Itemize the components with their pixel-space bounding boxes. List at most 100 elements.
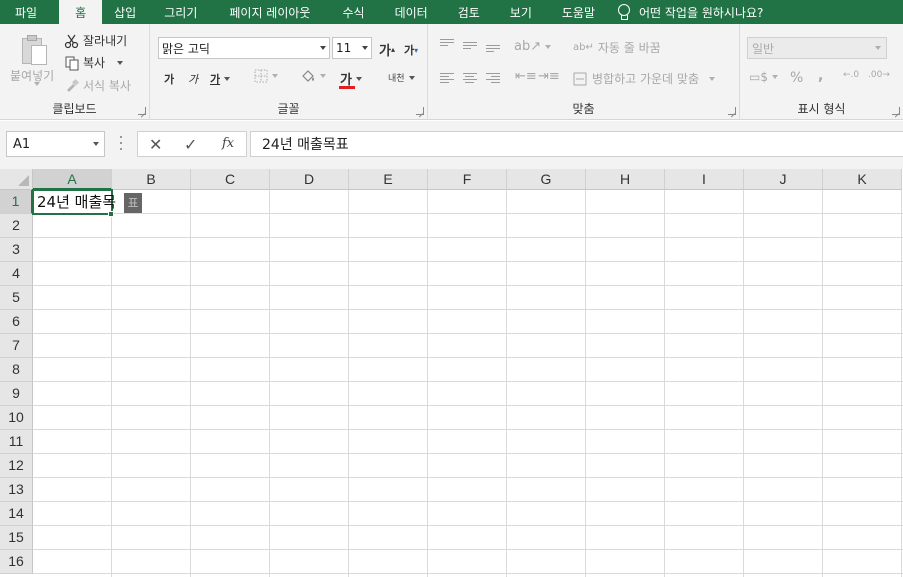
font-size-select[interactable]: 11 (332, 37, 372, 59)
row-header-12[interactable]: 12 (0, 454, 33, 478)
fill-handle[interactable] (108, 211, 114, 217)
decrease-indent-button[interactable]: ⇤≡ (515, 69, 537, 84)
row-header-2[interactable]: 2 (0, 214, 33, 238)
increase-decimal-button[interactable]: ←.0 (843, 70, 859, 80)
font-launcher-icon[interactable] (416, 107, 424, 115)
cell-area[interactable] (33, 190, 903, 577)
tell-me-search[interactable]: 어떤 작업을 원하시나요? (605, 0, 763, 24)
wrap-text-button[interactable]: ab↵ 자동 줄 바꿈 (573, 39, 661, 56)
copy-icon (65, 56, 79, 70)
row-header-6[interactable]: 6 (0, 310, 33, 334)
column-header-i[interactable]: I (665, 169, 744, 190)
row-header-9[interactable]: 9 (0, 382, 33, 406)
group-number: 일반 ▭$ % , ←.0 .00→ 표시 형식 (740, 24, 903, 120)
tab-formulas[interactable]: 수식 (332, 0, 384, 24)
tab-draw[interactable]: 그리기 (154, 0, 219, 24)
column-header-d[interactable]: D (270, 169, 349, 190)
row-header-15[interactable]: 15 (0, 526, 33, 550)
column-header-f[interactable]: F (428, 169, 507, 190)
copy-button[interactable]: 복사 (64, 54, 124, 71)
chevron-down-icon (320, 46, 326, 50)
border-icon (254, 69, 268, 83)
row-header-3[interactable]: 3 (0, 238, 33, 262)
comma-button[interactable]: , (818, 68, 823, 84)
column-header-a[interactable]: A (33, 169, 112, 190)
column-header-g[interactable]: G (507, 169, 586, 190)
wrap-text-icon: ab↵ (573, 42, 594, 53)
paste-dropdown[interactable] (30, 82, 40, 86)
underline-button[interactable]: 가 (210, 71, 231, 87)
tab-data[interactable]: 데이터 (385, 0, 448, 24)
decrease-font-button[interactable]: 가 ▾ (404, 42, 418, 58)
bold-button[interactable]: 가 (164, 71, 174, 87)
row-header-8[interactable]: 8 (0, 358, 33, 382)
formula-bar-grip[interactable] (120, 136, 123, 152)
tab-help[interactable]: 도움말 (552, 0, 605, 24)
scissors-icon (64, 34, 79, 48)
check-icon[interactable]: ✓ (184, 135, 197, 154)
font-name-value: 맑은 고딕 (162, 41, 210, 56)
phonetic-button[interactable]: 내천 (388, 71, 415, 84)
border-button[interactable] (254, 69, 278, 83)
copy-dropdown-icon[interactable] (117, 60, 124, 65)
column-header-j[interactable]: J (744, 169, 823, 190)
cut-button[interactable]: 잘라내기 (64, 32, 127, 49)
cancel-icon[interactable]: ✕ (149, 135, 162, 154)
column-headers: A B C D E F G H I J K (33, 169, 902, 190)
fill-color-button[interactable] (300, 68, 326, 84)
font-name-select[interactable]: 맑은 고딕 (158, 37, 330, 59)
row-header-16[interactable]: 16 (0, 550, 33, 574)
row-header-11[interactable]: 11 (0, 430, 33, 454)
row-header-14[interactable]: 14 (0, 502, 33, 526)
tab-insert[interactable]: 삽입 (104, 0, 154, 24)
paste-icon[interactable] (19, 34, 49, 66)
tab-view[interactable]: 보기 (500, 0, 552, 24)
formula-input[interactable]: 24년 매출목표 (250, 131, 903, 157)
row-header-4[interactable]: 4 (0, 262, 33, 286)
align-center-icon[interactable] (463, 73, 477, 85)
percent-button[interactable]: % (790, 70, 803, 86)
align-middle-icon[interactable] (463, 42, 477, 54)
increase-font-button[interactable]: 가 ▴ (379, 40, 395, 59)
orientation-button[interactable]: ab↗ (514, 39, 552, 54)
increase-font-icon: 가 (379, 44, 391, 59)
increase-indent-button[interactable]: ⇥≡ (538, 69, 560, 84)
insert-function-icon[interactable]: fx (222, 136, 234, 151)
number-format-select[interactable]: 일반 (747, 37, 887, 59)
tab-file[interactable]: 파일 (0, 0, 57, 24)
row-header-7[interactable]: 7 (0, 334, 33, 358)
align-bottom-icon[interactable] (486, 45, 500, 57)
ribbon-home: 붙여넣기 잘라내기 복사 서식 복사 클립보드 맑은 고딕 11 가 ▴ 가 ▾… (0, 24, 903, 120)
font-color-swatch (339, 86, 355, 89)
tell-me-text: 어떤 작업을 원하시나요? (639, 5, 764, 20)
clipboard-launcher-icon[interactable] (138, 107, 146, 115)
tab-review[interactable]: 검토 (448, 0, 500, 24)
row-header-5[interactable]: 5 (0, 286, 33, 310)
accounting-format-button[interactable]: ▭$ (749, 70, 778, 84)
select-all-button[interactable] (0, 169, 33, 190)
name-box[interactable]: A1 (6, 131, 105, 157)
row-header-1[interactable]: 1 (0, 190, 33, 214)
cut-label: 잘라내기 (83, 34, 128, 48)
column-header-k[interactable]: K (823, 169, 902, 190)
row-header-13[interactable]: 13 (0, 478, 33, 502)
row-header-10[interactable]: 10 (0, 406, 33, 430)
decrease-decimal-button[interactable]: .00→ (868, 70, 890, 80)
align-left-icon[interactable] (440, 73, 454, 85)
column-header-c[interactable]: C (191, 169, 270, 190)
tab-home[interactable]: 홈 (59, 0, 103, 24)
number-launcher-icon[interactable] (892, 107, 900, 115)
column-header-b[interactable]: B (112, 169, 191, 190)
tab-page-layout[interactable]: 페이지 레이아웃 (219, 0, 332, 24)
column-header-h[interactable]: H (586, 169, 665, 190)
align-top-icon[interactable] (440, 39, 454, 51)
align-right-icon[interactable] (486, 73, 500, 85)
italic-button[interactable]: 가 (188, 71, 198, 87)
formula-content: 24년 매출목표 (262, 137, 349, 153)
column-header-e[interactable]: E (349, 169, 428, 190)
format-painter-button[interactable]: 서식 복사 (64, 77, 131, 94)
merge-center-button[interactable]: 병합하고 가운데 맞춤 (573, 70, 715, 87)
chevron-down-icon[interactable] (93, 142, 99, 146)
alignment-launcher-icon[interactable] (728, 107, 736, 115)
ribbon-tab-bar: 파일 홈 삽입 그리기 페이지 레이아웃 수식 데이터 검토 보기 도움말 어떤… (0, 0, 903, 24)
